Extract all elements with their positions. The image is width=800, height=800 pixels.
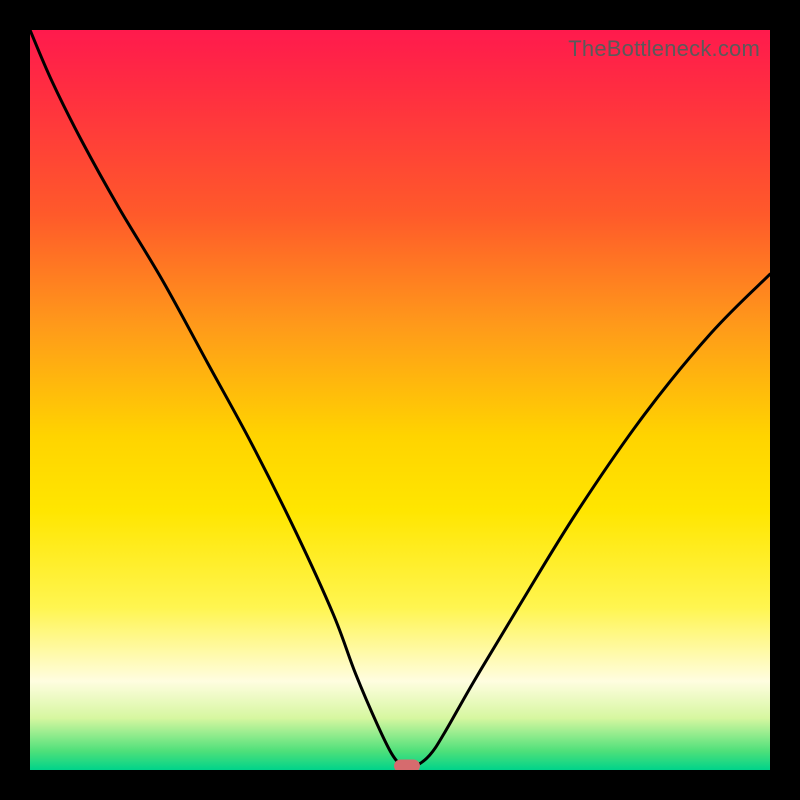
curve-path — [30, 30, 770, 768]
plot-area: TheBottleneck.com — [30, 30, 770, 770]
watermark-text: TheBottleneck.com — [568, 36, 760, 62]
optimal-marker — [394, 760, 420, 770]
chart-frame: TheBottleneck.com — [0, 0, 800, 800]
bottleneck-curve — [30, 30, 770, 770]
